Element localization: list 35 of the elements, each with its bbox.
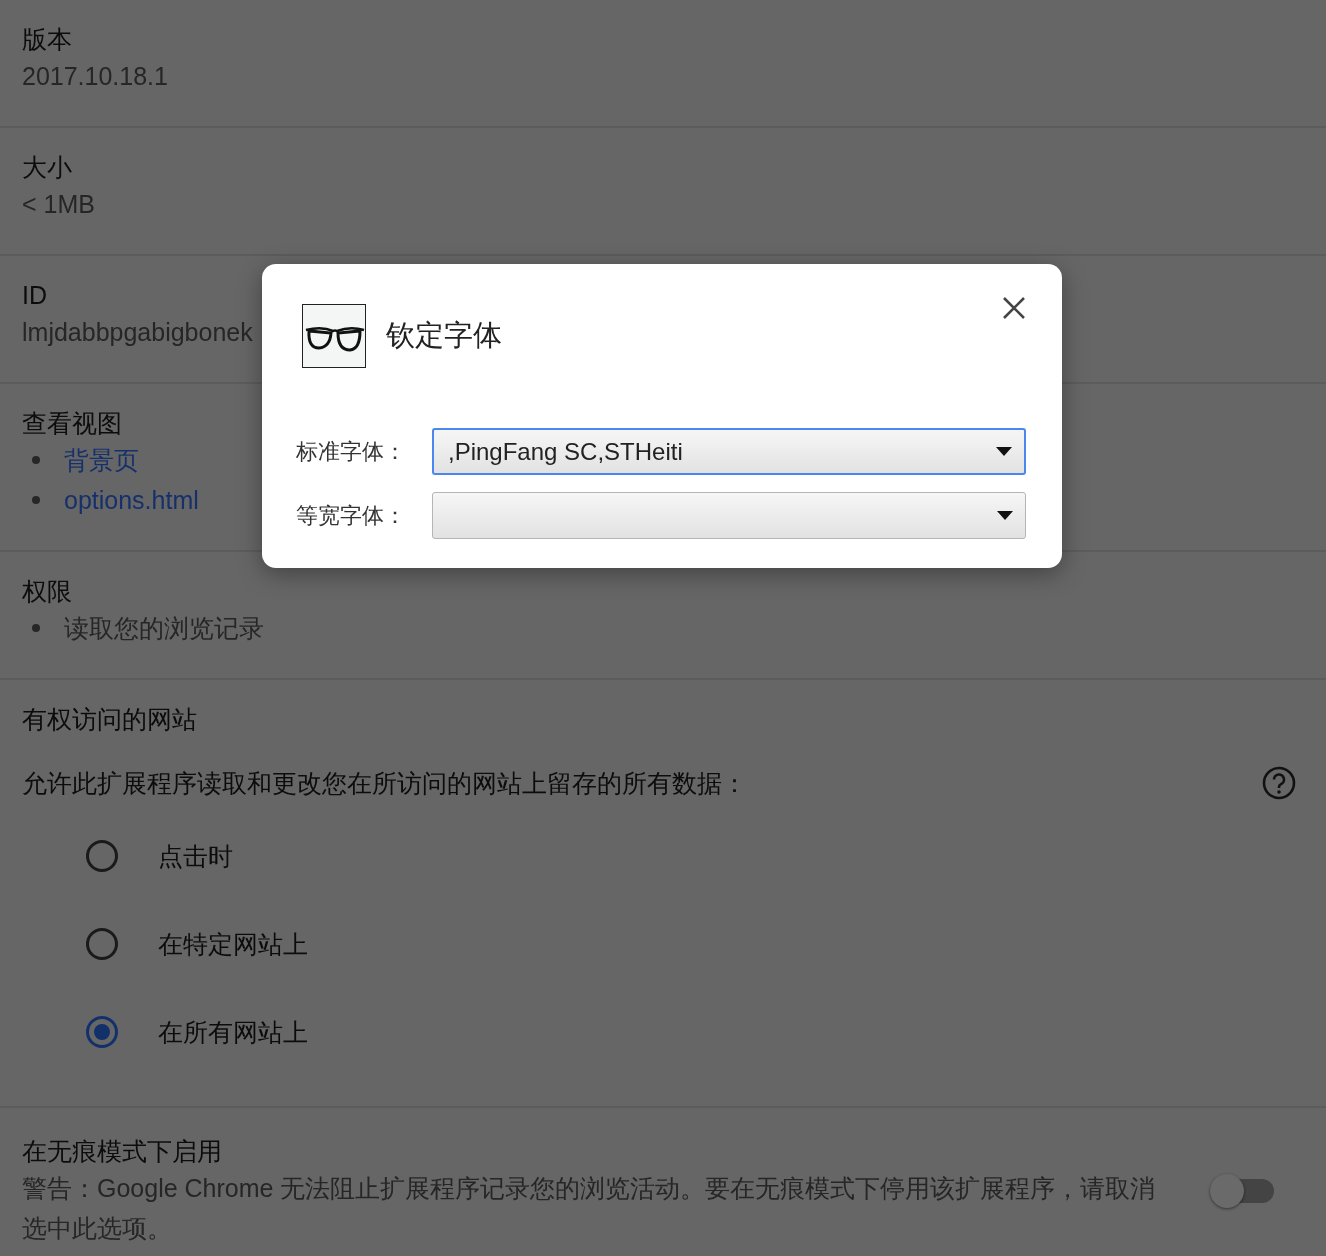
glasses-icon xyxy=(302,304,366,368)
close-button[interactable] xyxy=(1002,296,1026,320)
link[interactable]: 背景页 xyxy=(64,440,139,480)
bullet-icon xyxy=(32,456,40,464)
warning-text: 警告：Google Chrome 无法阻止扩展程序记录您的浏览活动。要在无痕模式下停用该扩展程序，请取消选中此选项。 xyxy=(22,1173,1157,1244)
list-item: 读取您的浏览记录 xyxy=(64,613,264,644)
section-title: 权限 xyxy=(22,576,72,607)
help-icon[interactable] xyxy=(1262,766,1296,800)
radio-button[interactable] xyxy=(86,1016,118,1048)
field-label: 等宽字体： xyxy=(296,501,406,530)
caret-icon xyxy=(997,511,1013,520)
section-title: 有权访问的网站 xyxy=(22,704,197,735)
section-title: ID xyxy=(22,280,47,311)
toggle-switch[interactable] xyxy=(1210,1174,1274,1208)
font-dropdown[interactable] xyxy=(432,492,1026,539)
radio-label: 在特定网站上 xyxy=(158,929,308,960)
bullet-icon xyxy=(32,624,40,632)
section-value: lmjdabbpgabigbonek xyxy=(22,317,253,348)
section-title: 大小 xyxy=(22,152,72,183)
section-title: 在无痕模式下启用 xyxy=(22,1136,222,1167)
link[interactable]: options.html xyxy=(64,480,199,520)
caret-icon xyxy=(996,447,1012,456)
field-label: 标准字体： xyxy=(296,437,406,466)
radio-button[interactable] xyxy=(86,840,118,872)
section-title: 版本 xyxy=(22,24,72,55)
section-value: < 1MB xyxy=(22,189,95,220)
prompt-text: 允许此扩展程序读取和更改您在所访问的网站上留存的所有数据： xyxy=(22,768,747,799)
section-title: 查看视图 xyxy=(22,408,122,439)
radio-button[interactable] xyxy=(86,928,118,960)
bullet-icon xyxy=(32,496,40,504)
radio-label: 点击时 xyxy=(158,841,233,872)
section-value: 2017.10.18.1 xyxy=(22,61,168,92)
dialog-title: 钦定字体 xyxy=(386,318,503,353)
font-dropdown[interactable]: ,PingFang SC,STHeiti xyxy=(432,428,1026,475)
radio-label: 在所有网站上 xyxy=(158,1017,308,1048)
